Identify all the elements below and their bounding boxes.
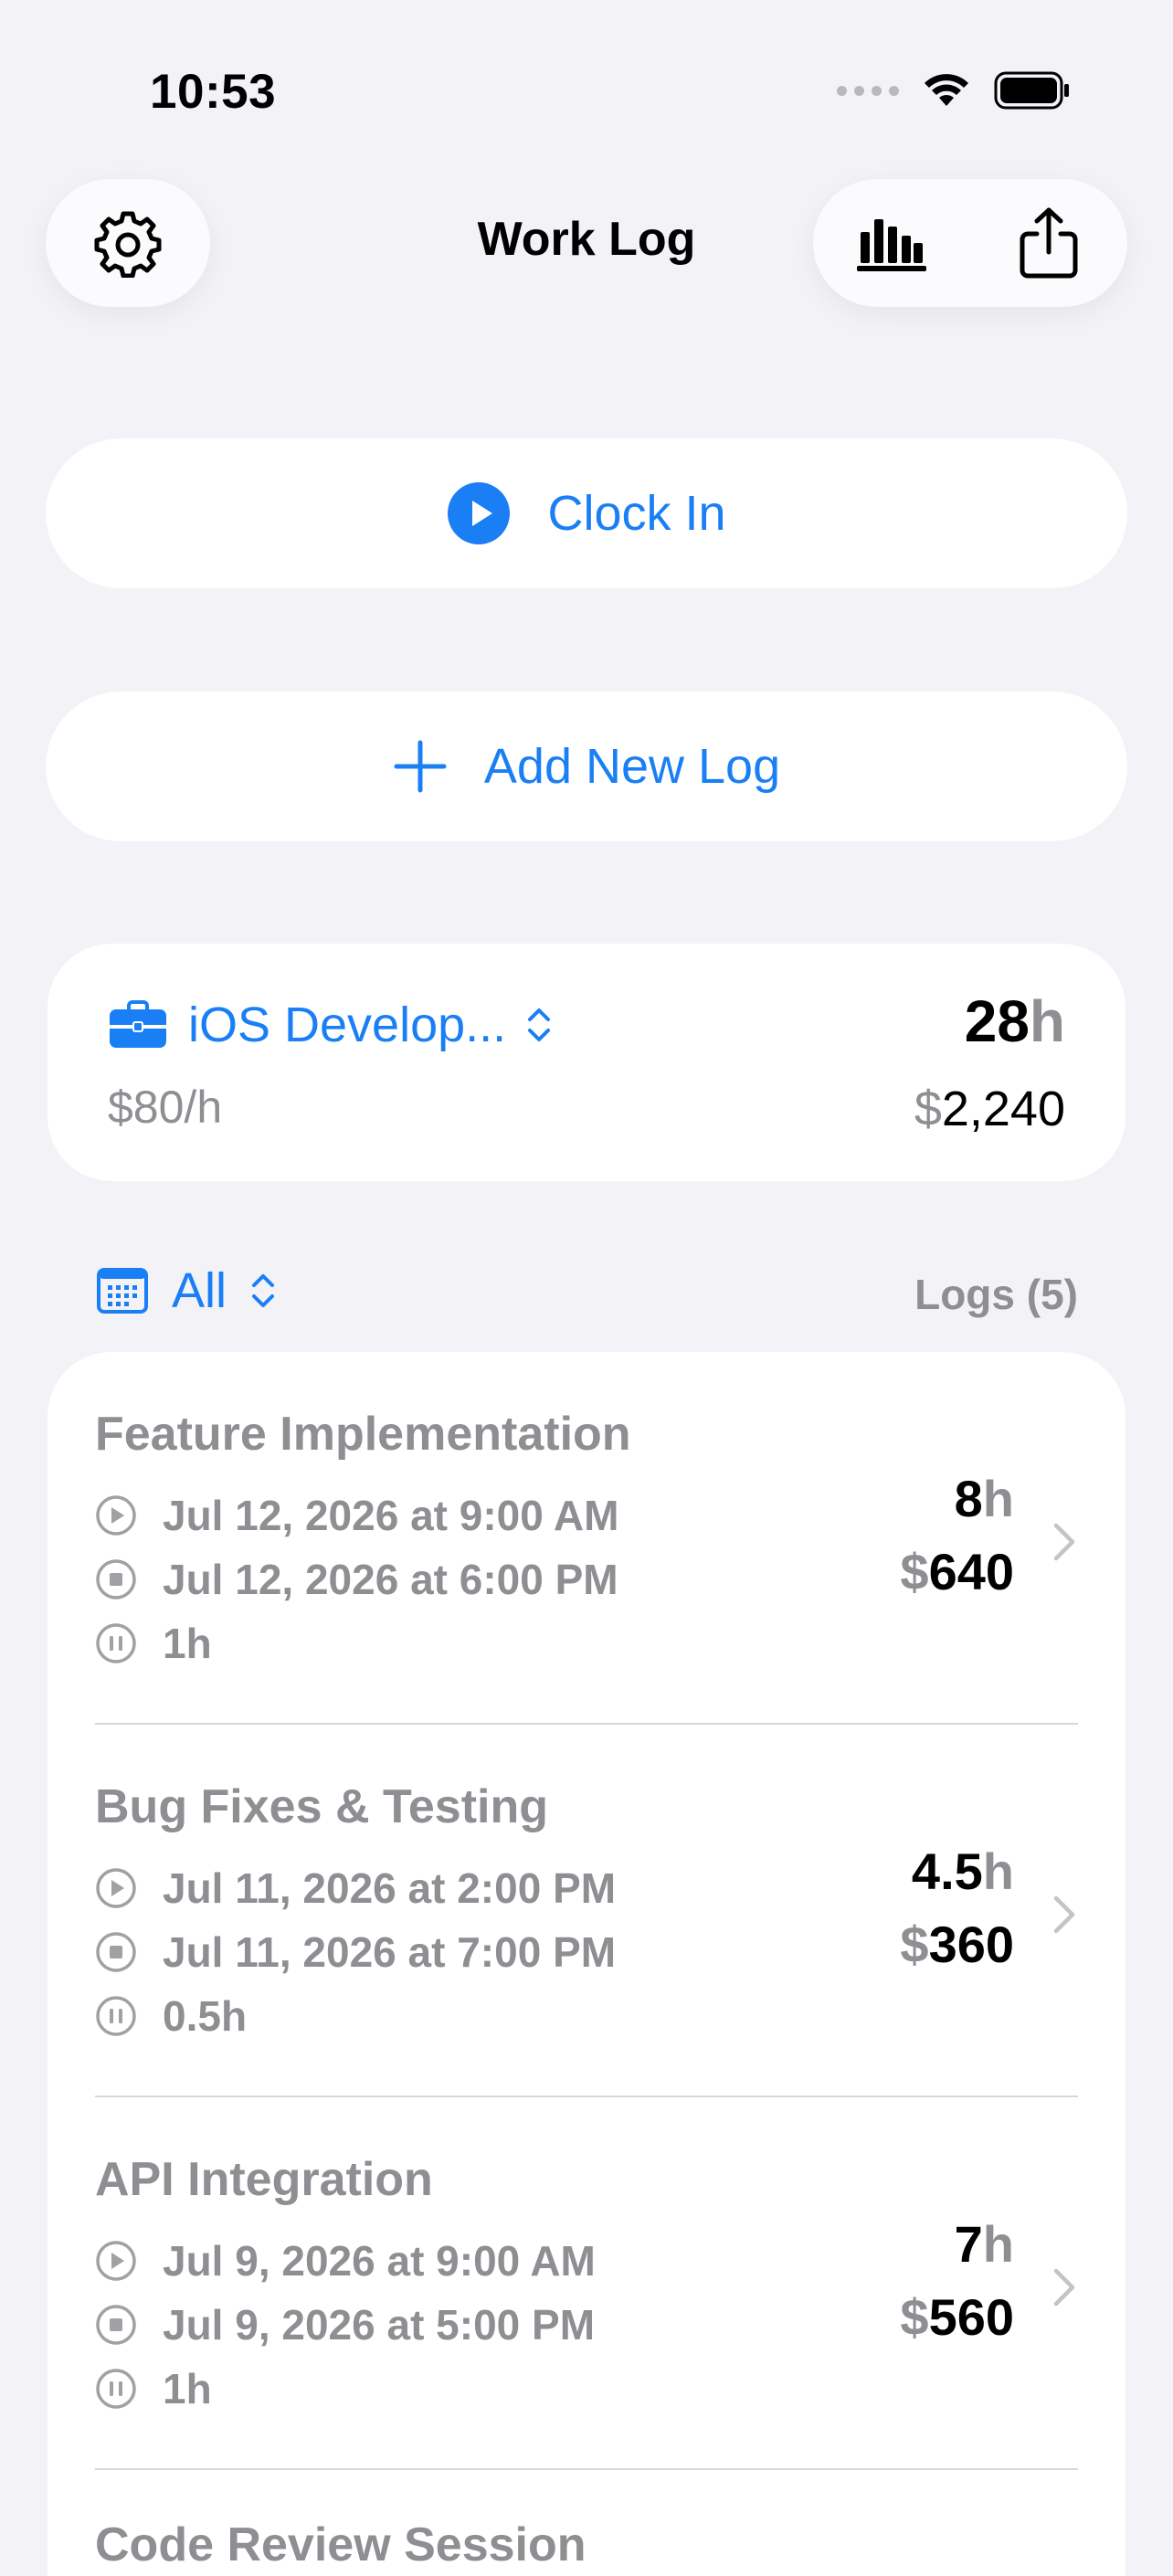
statistics-button[interactable] bbox=[837, 188, 946, 298]
play-circle-outline-icon bbox=[96, 1495, 136, 1536]
status-indicators bbox=[837, 71, 1071, 110]
log-hours: 4.5h bbox=[911, 1842, 1014, 1900]
log-break: 0.5h bbox=[95, 1991, 247, 2041]
chevron-up-down-icon bbox=[528, 1008, 551, 1041]
log-hours: 7h bbox=[954, 2215, 1014, 2273]
log-end: Jul 12, 2026 at 6:00 PM bbox=[95, 1555, 618, 1604]
log-title: Bug Fixes & Testing bbox=[95, 1780, 548, 1833]
log-earnings: $360 bbox=[900, 1916, 1014, 1973]
hourly-rate: $80/h bbox=[108, 1082, 223, 1133]
play-circle-outline-icon bbox=[96, 1868, 136, 1908]
log-end: Jul 11, 2026 at 7:00 PM bbox=[95, 1927, 616, 1977]
date-filter-picker[interactable]: All bbox=[97, 1262, 276, 1319]
chevron-right-icon bbox=[1053, 1895, 1075, 1934]
log-break: 1h bbox=[95, 2364, 212, 2413]
logs-list: Feature Implementation Jul 12, 2026 at 9… bbox=[48, 1352, 1125, 2576]
chevron-right-icon bbox=[1053, 2268, 1075, 2307]
stop-circle-outline-icon bbox=[96, 2305, 136, 2345]
log-break: 1h bbox=[95, 1619, 212, 1668]
filter-selected-label: All bbox=[172, 1263, 227, 1318]
log-earnings: $640 bbox=[900, 1543, 1014, 1600]
log-title[interactable]: Code Review Session bbox=[95, 2518, 586, 2572]
chevron-right-icon bbox=[1053, 1523, 1075, 1561]
log-end: Jul 9, 2026 at 5:00 PM bbox=[95, 2300, 595, 2349]
divider bbox=[95, 2468, 1078, 2470]
log-row[interactable]: Bug Fixes & Testing Jul 11, 2026 at 2:00… bbox=[48, 1725, 1125, 2097]
project-picker[interactable]: iOS Develop... bbox=[108, 997, 552, 1053]
log-row[interactable]: Feature Implementation Jul 12, 2026 at 9… bbox=[48, 1352, 1125, 1725]
log-row[interactable]: API Integration Jul 9, 2026 at 9:00 AM J… bbox=[48, 2097, 1125, 2470]
log-title: Feature Implementation bbox=[95, 1408, 631, 1461]
log-title: API Integration bbox=[95, 2153, 433, 2206]
stop-circle-outline-icon bbox=[96, 1559, 136, 1599]
calendar-icon bbox=[97, 1268, 148, 1314]
logs-count: Logs (5) bbox=[914, 1271, 1078, 1318]
plus-icon bbox=[394, 740, 447, 793]
wifi-icon bbox=[925, 74, 968, 106]
chart-bar-icon bbox=[857, 219, 926, 271]
share-button[interactable] bbox=[994, 188, 1104, 298]
stop-circle-outline-icon bbox=[96, 1932, 136, 1972]
play-circle-outline-icon bbox=[96, 2241, 136, 2281]
add-new-log-button[interactable]: Add New Log bbox=[46, 692, 1127, 841]
log-earnings: $560 bbox=[900, 2288, 1014, 2346]
play-circle-icon bbox=[448, 482, 511, 544]
project-summary-card: iOS Develop... $80/h 28h $2,240 bbox=[48, 944, 1125, 1181]
toolbar-pill bbox=[813, 179, 1127, 307]
pause-circle-outline-icon bbox=[96, 2369, 136, 2409]
share-icon bbox=[1020, 207, 1078, 279]
pause-circle-outline-icon bbox=[96, 1623, 136, 1663]
briefcase-icon bbox=[110, 1000, 166, 1048]
add-new-log-label: Add New Log bbox=[483, 739, 781, 794]
project-name: iOS Develop... bbox=[188, 998, 507, 1052]
log-start: Jul 9, 2026 at 9:00 AM bbox=[95, 2236, 596, 2286]
battery-icon bbox=[994, 71, 1069, 110]
clock-in-label: Clock In bbox=[547, 486, 726, 541]
total-hours: 28h bbox=[964, 988, 1065, 1054]
chevron-up-down-icon bbox=[252, 1274, 275, 1307]
status-time: 10:53 bbox=[150, 65, 277, 119]
log-start: Jul 11, 2026 at 2:00 PM bbox=[95, 1863, 616, 1913]
log-start: Jul 12, 2026 at 9:00 AM bbox=[95, 1491, 618, 1540]
log-hours: 8h bbox=[954, 1470, 1014, 1527]
total-earnings: $2,240 bbox=[914, 1082, 1065, 1136]
clock-in-button[interactable]: Clock In bbox=[46, 438, 1127, 588]
pause-circle-outline-icon bbox=[96, 1996, 136, 2036]
cellular-signal-icon bbox=[837, 85, 899, 96]
